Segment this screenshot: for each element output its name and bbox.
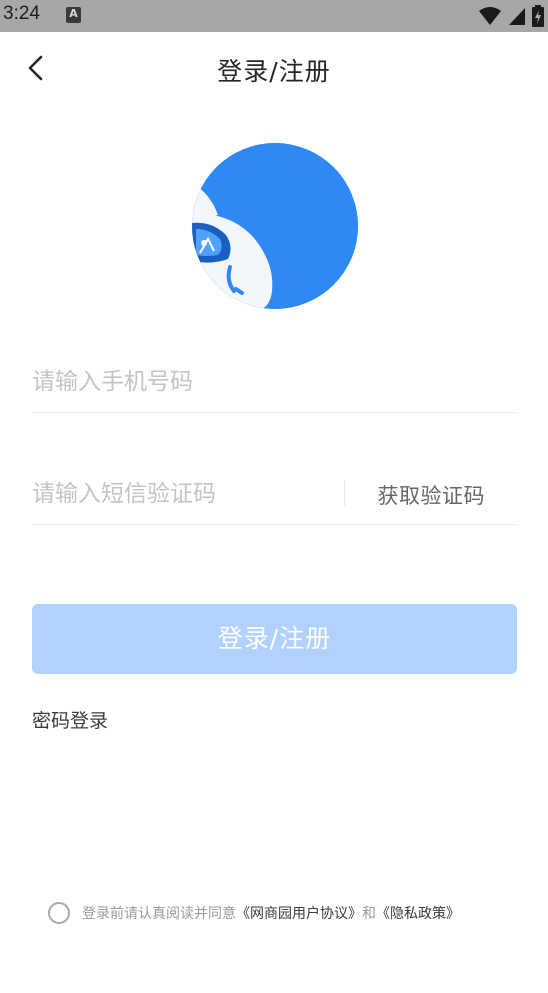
status-icons	[478, 4, 544, 28]
status-time: 3:24	[3, 3, 40, 24]
agree-radio[interactable]	[48, 902, 70, 924]
wifi-icon	[479, 7, 501, 25]
mascot-logo-icon	[192, 143, 358, 309]
agreement-row: 登录前请认真阅读并同意 《网商园用户协议》 和 《隐私政策》	[48, 901, 460, 925]
agreement-prefix: 登录前请认真阅读并同意	[82, 906, 236, 922]
code-field: 获取验证码	[32, 464, 517, 525]
login-register-button[interactable]: 登录/注册	[32, 604, 517, 674]
signal-icon	[509, 8, 525, 25]
header: 登录/注册	[0, 32, 548, 104]
get-code-button[interactable]: 获取验证码	[378, 480, 486, 510]
status-bar: 3:24 A	[0, 0, 548, 32]
password-login-link[interactable]: 密码登录	[32, 706, 108, 733]
divider	[344, 480, 345, 506]
privacy-policy-link[interactable]: 《隐私政策》	[376, 903, 460, 923]
battery-charging-icon	[532, 5, 544, 27]
phone-input[interactable]	[32, 352, 517, 412]
user-agreement-link[interactable]: 《网商园用户协议》	[236, 903, 362, 923]
sms-code-input[interactable]	[32, 464, 332, 524]
phone-field	[32, 352, 517, 413]
notification-icon: A	[66, 7, 81, 23]
page-title: 登录/注册	[217, 57, 331, 86]
agreement-and: 和	[362, 906, 376, 922]
app-logo	[192, 143, 358, 309]
